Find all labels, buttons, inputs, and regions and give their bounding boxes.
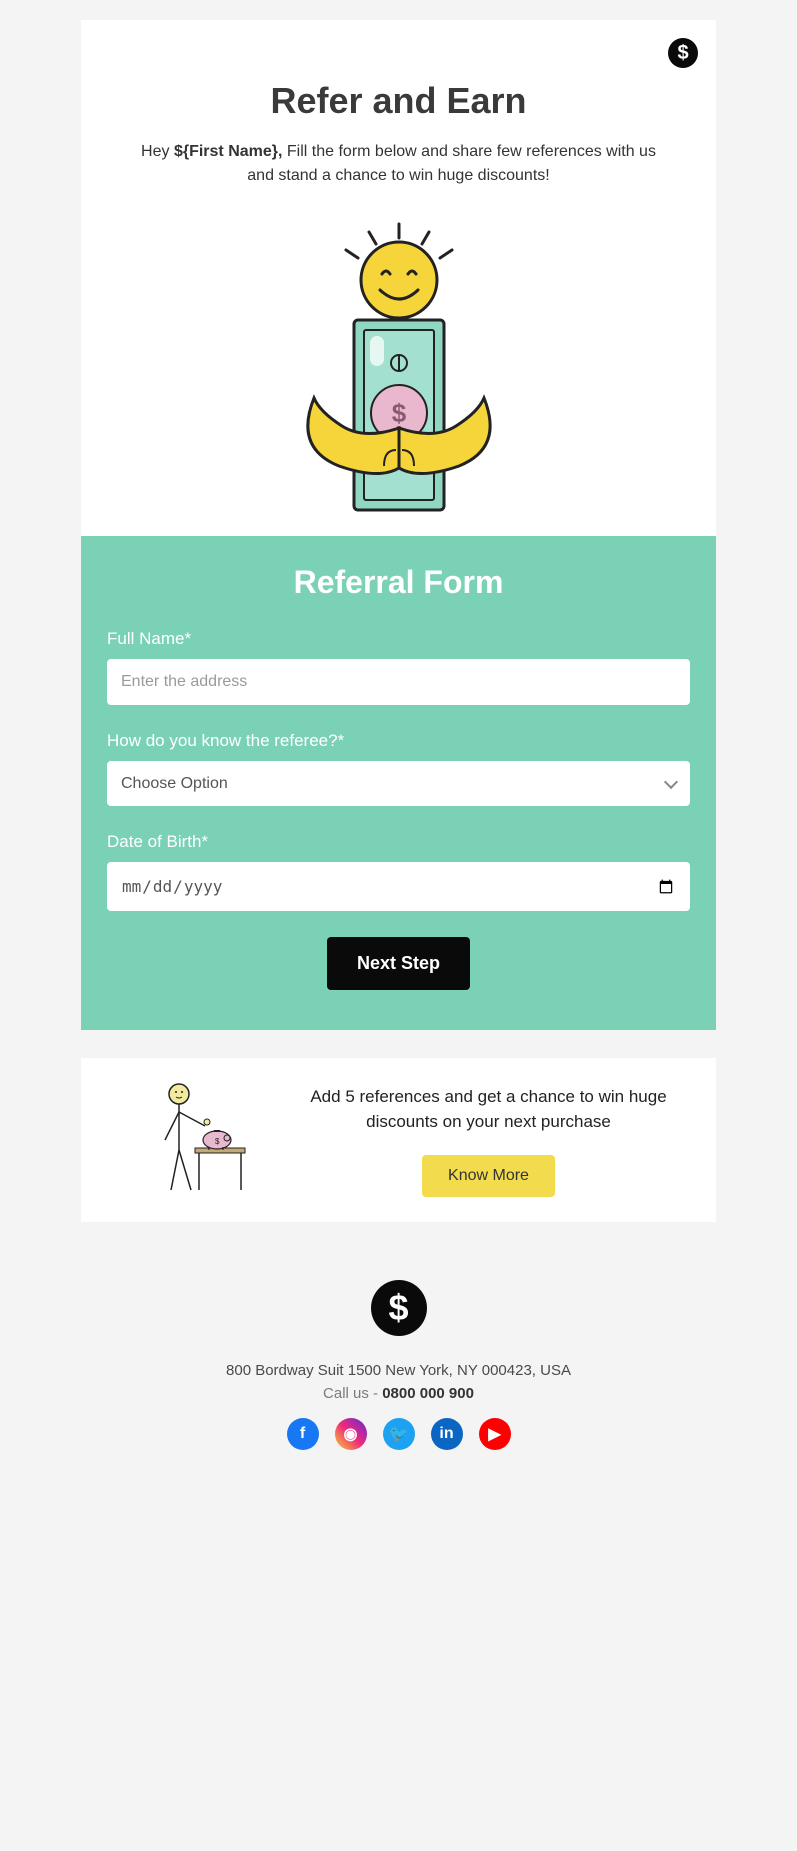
- form-title: Referral Form: [107, 564, 690, 601]
- instagram-icon[interactable]: ◉: [335, 1418, 367, 1450]
- main-card: $ Refer and Earn Hey ${First Name}, Fill…: [81, 20, 716, 1030]
- next-step-button[interactable]: Next Step: [327, 937, 470, 990]
- relation-group: How do you know the referee?* Choose Opt…: [107, 731, 690, 806]
- relation-label: How do you know the referee?*: [107, 731, 690, 751]
- dob-group: Date of Birth*: [107, 832, 690, 911]
- money-hug-icon: $: [284, 218, 514, 518]
- promo-content: Add 5 references and get a chance to win…: [291, 1084, 686, 1197]
- intro-name-placeholder: ${First Name},: [174, 143, 283, 160]
- intro-rest: Fill the form below and share few refere…: [247, 143, 656, 184]
- piggy-bank-stick-figure-icon: $: [151, 1080, 251, 1200]
- referral-form-section: Referral Form Full Name* How do you know…: [81, 536, 716, 1030]
- promo-card: $ Add 5 references and get a chance to w…: [81, 1058, 716, 1222]
- promo-text: Add 5 references and get a chance to win…: [301, 1084, 676, 1135]
- youtube-icon[interactable]: ▶: [479, 1418, 511, 1450]
- svg-text:$: $: [215, 1137, 220, 1146]
- dob-label: Date of Birth*: [107, 832, 690, 852]
- relation-select[interactable]: Choose Option: [107, 761, 690, 806]
- full-name-input[interactable]: [107, 659, 690, 705]
- phone-prefix: Call us -: [323, 1385, 382, 1402]
- svg-text:$: $: [391, 398, 406, 428]
- footer-dollar-logo-icon: $: [371, 1280, 427, 1336]
- promo-illustration: $: [111, 1080, 291, 1200]
- intro-prefix: Hey: [141, 143, 174, 160]
- facebook-icon[interactable]: f: [287, 1418, 319, 1450]
- intro-text: Hey ${First Name}, Fill the form below a…: [129, 140, 669, 188]
- social-links: f ◉ 🐦 in ▶: [101, 1418, 696, 1450]
- full-name-group: Full Name*: [107, 629, 690, 705]
- footer-address: 800 Bordway Suit 1500 New York, NY 00042…: [101, 1362, 696, 1379]
- dob-input[interactable]: [107, 862, 690, 911]
- dollar-logo-icon: $: [668, 38, 698, 68]
- footer-phone: Call us - 0800 000 900: [101, 1385, 696, 1402]
- page-title: Refer and Earn: [121, 80, 676, 122]
- hero-illustration: $: [121, 208, 676, 536]
- full-name-label: Full Name*: [107, 629, 690, 649]
- know-more-button[interactable]: Know More: [422, 1155, 555, 1197]
- phone-number: 0800 000 900: [382, 1385, 474, 1402]
- relation-select-wrap: Choose Option: [107, 761, 690, 806]
- twitter-icon[interactable]: 🐦: [383, 1418, 415, 1450]
- linkedin-icon[interactable]: in: [431, 1418, 463, 1450]
- header-section: $ Refer and Earn Hey ${First Name}, Fill…: [81, 20, 716, 536]
- footer: $ 800 Bordway Suit 1500 New York, NY 000…: [81, 1250, 716, 1510]
